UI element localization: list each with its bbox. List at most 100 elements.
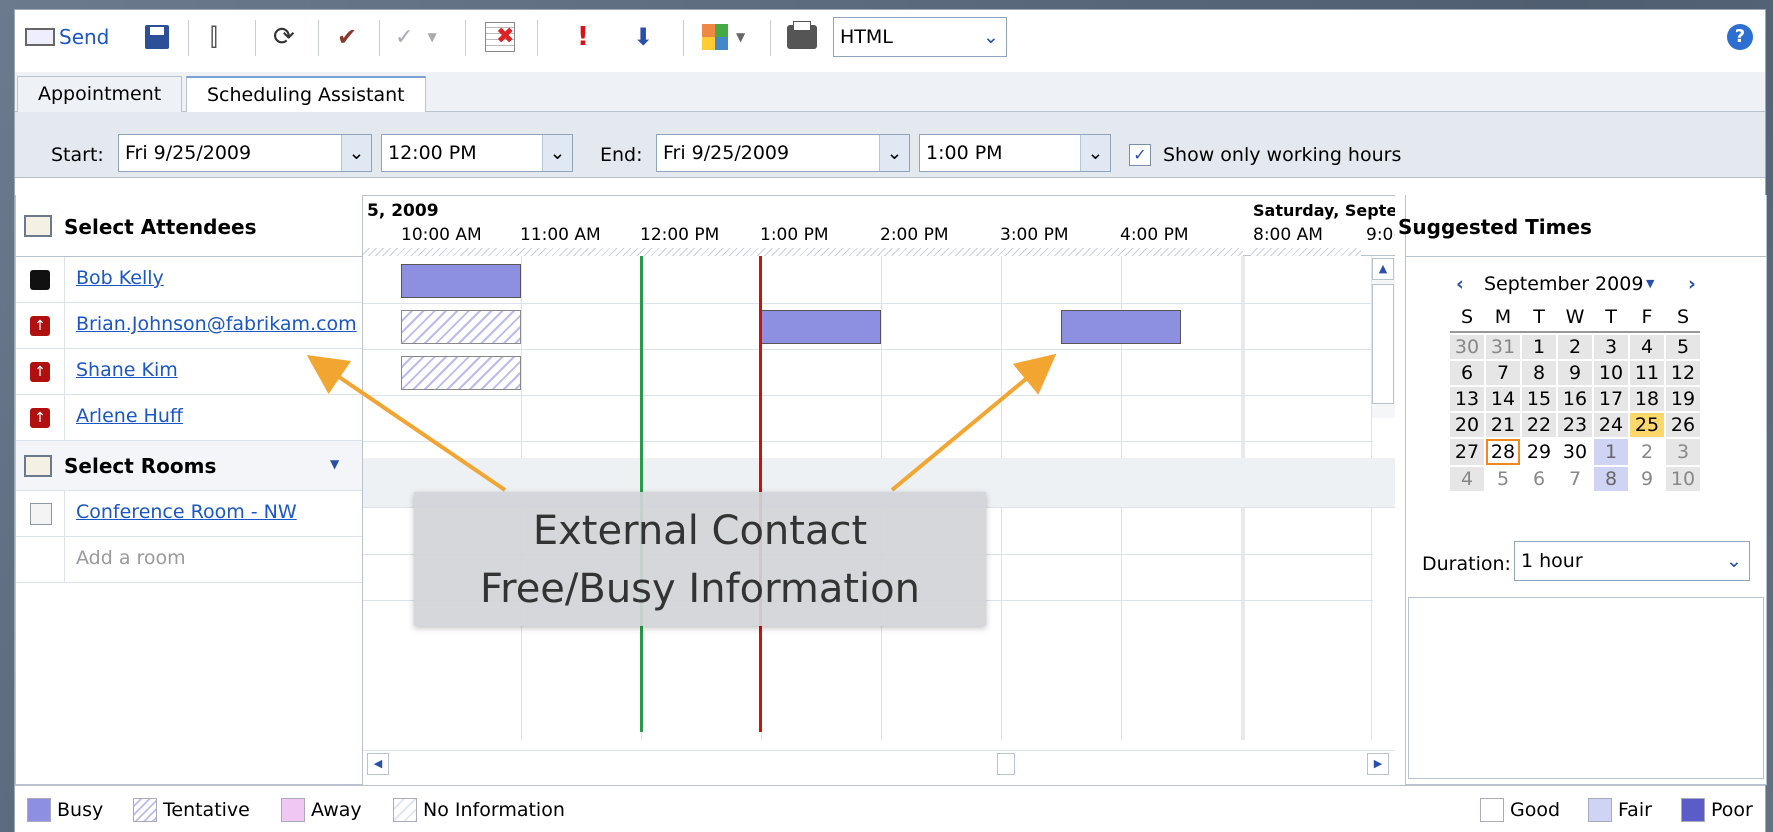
attendee-row[interactable]: Bob Kelly [16,257,362,303]
send-button[interactable]: Send [25,20,109,54]
calendar-day[interactable]: 30 [1450,335,1484,359]
help-button[interactable]: ? [1727,20,1753,54]
select-attendees-label: Select Attendees [64,215,257,239]
calendar-day[interactable]: 9 [1558,361,1592,385]
end-time-select[interactable]: 1:00 PM ⌄ [919,134,1111,172]
calendar-day[interactable]: 3 [1666,439,1700,465]
calendar-day[interactable]: 4 [1630,335,1664,359]
duration-select[interactable]: 1 hour ⌄ [1514,541,1750,581]
chevron-down-icon[interactable]: ▼ [330,457,339,471]
scroll-left-icon[interactable]: ◀ [367,753,389,775]
calendar-day[interactable]: 7 [1486,361,1520,385]
calendar-day[interactable]: 20 [1450,413,1484,437]
room-checkbox[interactable] [30,503,52,525]
calendar-day[interactable]: 1 [1594,439,1628,465]
time-label: 12:00 PM [640,225,720,245]
calendar-day[interactable]: 13 [1450,387,1484,411]
select-attendees-header[interactable]: Select Attendees [16,195,362,257]
categorize-button[interactable]: ▼ [702,20,745,54]
calendar-day[interactable]: 26 [1666,413,1700,437]
format-select[interactable]: HTML ⌄ [833,17,1007,57]
end-date-select[interactable]: Fri 9/25/2009 ⌄ [656,134,910,172]
tab-appointment[interactable]: Appointment [17,76,183,112]
vertical-scrollbar[interactable]: ▲ [1371,258,1395,418]
suggested-times-list[interactable] [1408,597,1764,779]
room-row[interactable]: Conference Room - NW [16,491,362,537]
attendee-name[interactable]: Bob Kelly [76,267,164,289]
calendar-day[interactable]: 1 [1522,335,1556,359]
previous-month-icon[interactable]: ‹ [1456,273,1464,295]
calendar-day[interactable]: 27 [1450,439,1484,465]
calendar-day[interactable]: 16 [1558,387,1592,411]
calendar-day[interactable]: 11 [1630,361,1664,385]
calendar-day[interactable]: 31 [1486,335,1520,359]
chevron-down-icon: ⌄ [1719,542,1749,580]
weekday-label: S [1676,306,1690,328]
calendar-month-label[interactable]: September 2009 [1484,273,1643,295]
attendee-row[interactable]: ↑ Shane Kim [16,349,362,395]
add-room-placeholder[interactable]: Add a room [76,547,186,569]
calendar-day[interactable]: 6 [1450,361,1484,385]
calendar-day[interactable]: 3 [1594,335,1628,359]
calendar-day[interactable]: 9 [1630,467,1664,491]
calendar-day[interactable]: 12 [1666,361,1700,385]
busy-block [401,264,521,298]
scroll-up-icon[interactable]: ▲ [1372,258,1394,280]
appointment-window: Send ⫿ ⟳ ✔ ✓ ▼ ✖ ! ⬇ ▼ HTML ⌄ ? Appointm… [14,9,1767,832]
horizontal-scrollbar[interactable]: ◀ ▶ [363,750,1395,776]
room-name[interactable]: Conference Room - NW [76,501,297,523]
calendar-day[interactable]: 8 [1594,467,1628,491]
attendee-name[interactable]: Shane Kim [76,359,178,381]
calendar-day[interactable]: 4 [1450,467,1484,491]
calendar-day[interactable]: 5 [1666,335,1700,359]
calendar-day[interactable]: 14 [1486,387,1520,411]
calendar-day[interactable]: 19 [1666,387,1700,411]
high-importance-button[interactable]: ! [577,20,589,54]
attach-button[interactable]: ⫿ [210,20,218,54]
remove-button[interactable]: ✖ [485,20,515,54]
weekday-label: W [1565,306,1585,328]
calendar-day[interactable]: 10 [1666,467,1700,491]
spelling-button[interactable]: ✓ ▼ [395,20,437,54]
save-button[interactable] [145,20,169,54]
calendar-day[interactable]: 21 [1486,413,1520,437]
working-hours-checkbox[interactable]: ✓ [1129,144,1151,166]
separator [188,20,189,56]
calendar-day[interactable]: 7 [1558,467,1592,491]
scroll-right-icon[interactable]: ▶ [1367,753,1389,775]
calendar-day[interactable]: 23 [1558,413,1592,437]
attendee-name[interactable]: Arlene Huff [76,405,183,427]
calendar-day[interactable]: 24 [1594,413,1628,437]
print-button[interactable] [787,20,817,54]
calendar-day[interactable]: 30 [1558,439,1592,465]
attendee-row[interactable]: ↑ Arlene Huff [16,395,362,441]
time-selection-bar: Start: Fri 9/25/2009 ⌄ 12:00 PM ⌄ End: F… [15,112,1765,178]
calendar-day[interactable]: 8 [1522,361,1556,385]
callout-box: External Contact Free/Busy Information [414,492,986,626]
calendar-day[interactable]: 10 [1594,361,1628,385]
calendar-day[interactable]: 15 [1522,387,1556,411]
calendar-day[interactable]: 22 [1522,413,1556,437]
attendee-row[interactable]: ↑ Brian.Johnson@fabrikam.com [16,303,362,349]
select-rooms-header[interactable]: Select Rooms ▼ [16,441,362,491]
start-date-select[interactable]: Fri 9/25/2009 ⌄ [118,134,372,172]
refresh-button[interactable]: ⟳ [273,20,295,54]
calendar-day[interactable]: 18 [1630,387,1664,411]
attendee-name[interactable]: Brian.Johnson@fabrikam.com [76,313,360,335]
next-month-icon[interactable]: › [1688,273,1696,295]
start-time-select[interactable]: 12:00 PM ⌄ [381,134,573,172]
calendar-day-selected[interactable]: 25 [1630,413,1664,437]
calendar-day[interactable]: 17 [1594,387,1628,411]
add-room-row[interactable]: Add a room [16,537,362,583]
calendar-day[interactable]: 6 [1522,467,1556,491]
low-importance-button[interactable]: ⬇ [633,20,653,54]
calendar-day[interactable]: 29 [1522,439,1556,465]
calendar-day[interactable]: 2 [1630,439,1664,465]
calendar-day[interactable]: 5 [1486,467,1520,491]
check-names-button[interactable]: ✔ [337,20,357,54]
calendar-day[interactable]: 2 [1558,335,1592,359]
calendar-day-today[interactable]: 28 [1486,439,1520,465]
tab-scheduling-assistant[interactable]: Scheduling Assistant [186,76,426,113]
chevron-down-icon[interactable]: ▼ [1646,277,1654,290]
weekday-label: S [1460,306,1474,328]
